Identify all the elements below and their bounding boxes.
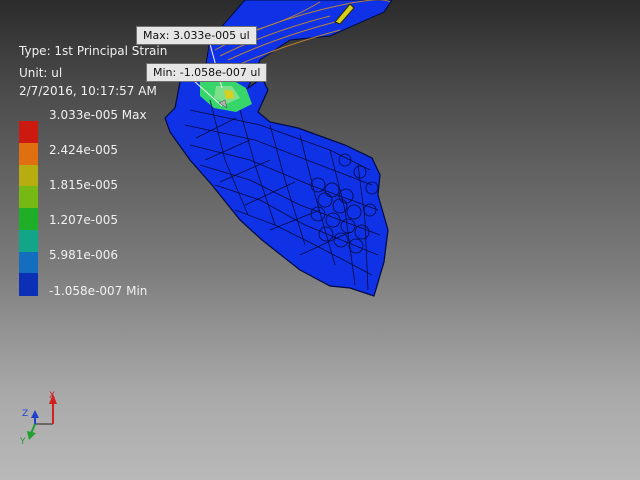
legend-max-label: 3.033e-005 Max <box>49 108 147 122</box>
graphics-viewport[interactable]: Type: 1st Principal Strain Unit: ul 2/7/… <box>0 0 640 480</box>
legend-color-band <box>19 142 38 165</box>
result-type-label: Type: 1st Principal Strain <box>19 44 168 58</box>
triad-y-label: Y <box>19 437 26 446</box>
max-probe-label[interactable]: Max: 3.033e-005 ul <box>136 26 257 45</box>
triad-z-label: Z <box>22 409 28 419</box>
result-unit-label: Unit: ul <box>19 66 63 80</box>
legend-color-band <box>19 229 38 252</box>
legend-label-1: 2.424e-005 <box>49 143 118 157</box>
view-triad[interactable]: X Z Y <box>18 388 64 446</box>
y-axis-arrow-icon <box>27 431 36 440</box>
legend-label-2: 1.815e-005 <box>49 178 118 192</box>
legend-label-4: 5.981e-006 <box>49 248 118 262</box>
legend-label-3: 1.207e-005 <box>49 213 118 227</box>
legend-color-band <box>19 164 38 187</box>
legend-color-band <box>19 208 38 231</box>
result-date-label: 2/7/2016, 10:17:57 AM <box>19 84 157 98</box>
min-probe-label[interactable]: Min: -1.058e-007 ul <box>146 63 268 82</box>
triad-x-label: X <box>49 391 55 401</box>
legend-min-label: -1.058e-007 Min <box>49 284 148 298</box>
color-legend-bar <box>19 121 38 296</box>
legend-color-band <box>19 186 38 209</box>
legend-color-band <box>19 121 38 144</box>
legend-color-band <box>19 251 38 274</box>
model-main-body <box>164 69 389 297</box>
fea-model-render[interactable] <box>0 0 640 480</box>
legend-color-band <box>19 273 38 296</box>
z-axis-arrow-icon <box>31 410 39 418</box>
